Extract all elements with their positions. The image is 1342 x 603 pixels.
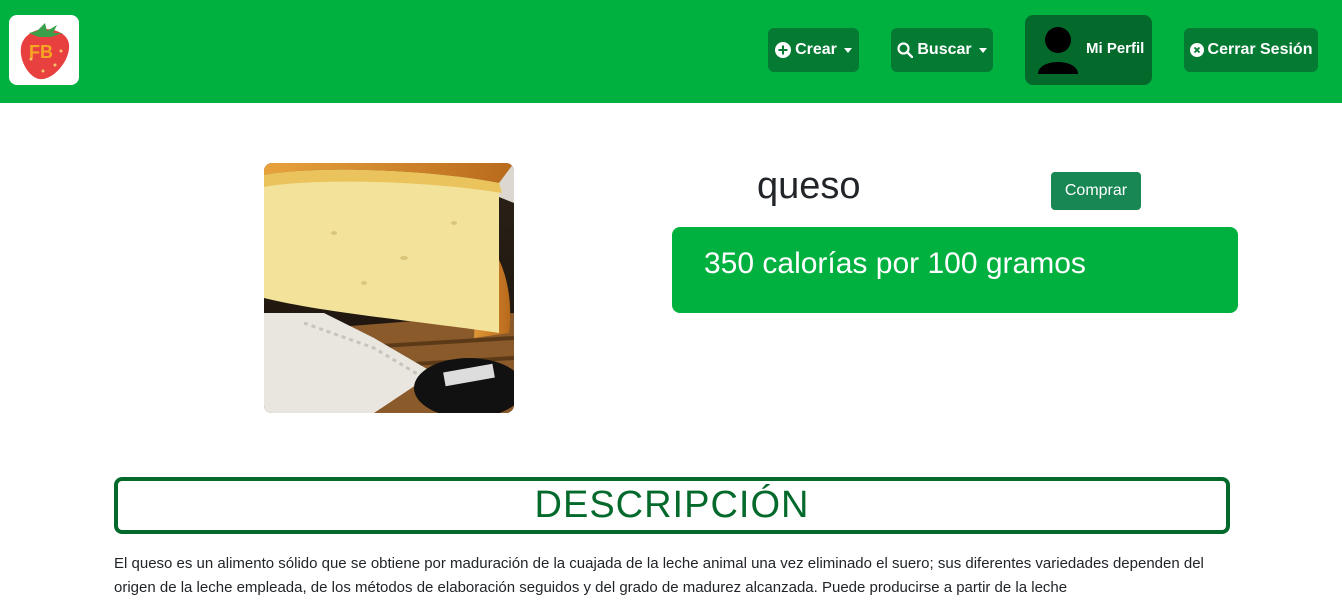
user-avatar-icon (1036, 24, 1080, 81)
chevron-down-icon (978, 47, 987, 53)
mi-perfil-button[interactable]: Mi Perfil (1025, 15, 1152, 85)
chevron-down-icon (843, 47, 852, 53)
cerrar-sesion-button[interactable]: Cerrar Sesión (1184, 28, 1318, 72)
x-circle-icon (1189, 43, 1204, 57)
plus-circle-icon (775, 42, 792, 58)
svg-text:FB: FB (29, 42, 53, 62)
crear-dropdown-button[interactable]: Crear (768, 28, 859, 72)
description-title: DESCRIPCIÓN (534, 484, 810, 526)
calories-text: 350 calorías por 100 gramos (704, 247, 1086, 280)
product-title: queso (757, 165, 861, 207)
mi-perfil-label: Mi Perfil (1086, 40, 1145, 57)
strawberry-logo-icon: FB (20, 23, 70, 80)
calories-panel: 350 calorías por 100 gramos (672, 227, 1238, 313)
buscar-dropdown-button[interactable]: Buscar (891, 28, 993, 72)
crear-label: Crear (795, 41, 837, 58)
description-text: El queso es un alimento sólido que se ob… (114, 555, 1204, 596)
search-icon (897, 42, 914, 58)
comprar-button[interactable]: Comprar (1051, 172, 1141, 210)
cerrar-sesion-label: Cerrar Sesión (1207, 41, 1313, 58)
buscar-label: Buscar (917, 41, 972, 58)
brand-logo[interactable]: FB (9, 15, 79, 85)
navbar: FB Crear Buscar Mi Perfil Cerrar Sesión (0, 0, 1342, 103)
description-header: DESCRIPCIÓN (114, 477, 1230, 534)
product-image (264, 163, 514, 413)
